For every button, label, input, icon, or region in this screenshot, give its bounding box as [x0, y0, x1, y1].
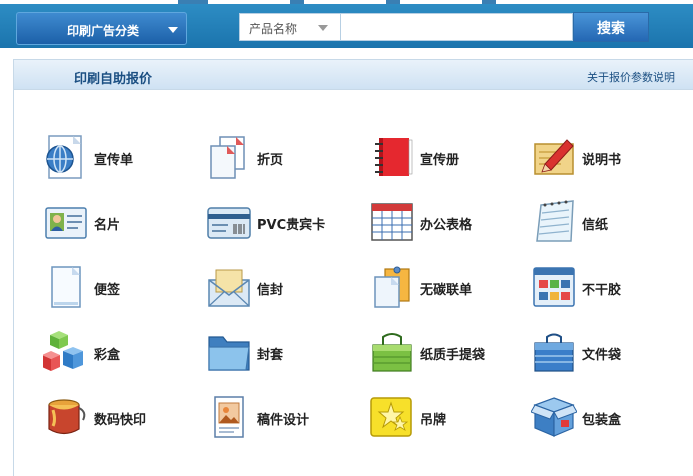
product-label: 宣传册	[420, 153, 460, 168]
product-item[interactable]: 办公表格	[369, 199, 519, 247]
product-label: 办公表格	[420, 218, 473, 233]
business-card-icon	[43, 199, 89, 245]
product-label: 无碳联单	[420, 283, 473, 298]
search-type-select[interactable]: 产品名称	[239, 13, 341, 41]
product-item[interactable]: 宣传单	[43, 134, 193, 182]
search-type-label: 产品名称	[249, 22, 298, 36]
top-tab-strip	[0, 0, 693, 4]
product-label: 文件袋	[582, 348, 622, 363]
product-item[interactable]: 宣传册	[369, 134, 519, 182]
red-brochure-icon	[369, 134, 415, 180]
panel-title: 印刷自助报价	[74, 72, 153, 87]
product-item[interactable]: 数码快印	[43, 394, 193, 442]
product-item[interactable]: PVC贵宾卡	[206, 199, 356, 247]
package-box-icon	[531, 394, 577, 440]
product-label: 封套	[257, 348, 284, 363]
search-button[interactable]: 搜索	[573, 12, 649, 42]
category-dropdown-button[interactable]: 印刷广告分类	[16, 12, 187, 45]
design-doc-icon	[206, 394, 252, 440]
product-item[interactable]: 便签	[43, 264, 193, 312]
product-label: 纸质手提袋	[420, 348, 486, 363]
product-label: 说明书	[582, 153, 622, 168]
product-label: 包装盒	[582, 413, 622, 428]
search-input[interactable]	[341, 13, 573, 41]
product-label: 信纸	[582, 218, 609, 233]
product-item[interactable]: 纸质手提袋	[369, 329, 519, 377]
office-form-icon	[369, 199, 415, 245]
product-item[interactable]: 文件袋	[531, 329, 681, 377]
hang-tag-icon	[369, 394, 415, 440]
carbonless-form-icon	[369, 264, 415, 310]
chevron-down-icon	[168, 27, 178, 33]
product-item[interactable]: 名片	[43, 199, 193, 247]
product-item[interactable]: 不干胶	[531, 264, 681, 312]
envelope-icon	[206, 264, 252, 310]
folded-pages-icon	[206, 134, 252, 180]
product-label: 宣传单	[94, 153, 134, 168]
product-label: 不干胶	[582, 283, 622, 298]
product-item[interactable]: 封套	[206, 329, 356, 377]
product-label: PVC贵宾卡	[257, 218, 326, 233]
paint-bucket-icon	[43, 394, 89, 440]
blank-note-icon	[43, 264, 89, 310]
chevron-down-icon	[318, 25, 328, 31]
parameter-help-link[interactable]: 关于报价参数说明	[587, 69, 675, 85]
globe-flyer-icon	[43, 134, 89, 180]
panel-header: 印刷自助报价 关于报价参数说明	[14, 60, 693, 90]
product-label: 数码快印	[94, 413, 147, 428]
top-navigation-bar: 印刷广告分类 产品名称 搜索	[0, 0, 693, 48]
product-label: 信封	[257, 283, 284, 298]
product-label: 便签	[94, 283, 121, 298]
manual-pencil-icon	[531, 134, 577, 180]
file-bag-icon	[531, 329, 577, 375]
product-item[interactable]: 信纸	[531, 199, 681, 247]
product-label: 折页	[257, 153, 284, 168]
product-label: 吊牌	[420, 413, 447, 428]
notepad-icon	[531, 199, 577, 245]
product-item[interactable]: 无碳联单	[369, 264, 519, 312]
product-item[interactable]: 信封	[206, 264, 356, 312]
product-item[interactable]: 包装盒	[531, 394, 681, 442]
product-item[interactable]: 彩盒	[43, 329, 193, 377]
product-label: 彩盒	[94, 348, 121, 363]
product-item[interactable]: 折页	[206, 134, 356, 182]
vip-card-icon	[206, 199, 252, 245]
product-item[interactable]: 稿件设计	[206, 394, 356, 442]
color-boxes-icon	[43, 329, 89, 375]
product-label: 名片	[94, 218, 121, 233]
search-button-label: 搜索	[597, 21, 625, 37]
product-item[interactable]: 说明书	[531, 134, 681, 182]
product-label: 稿件设计	[257, 413, 310, 428]
folder-icon	[206, 329, 252, 375]
sticker-sheet-icon	[531, 264, 577, 310]
product-item[interactable]: 吊牌	[369, 394, 519, 442]
green-bag-icon	[369, 329, 415, 375]
category-button-label: 印刷广告分类	[67, 24, 140, 38]
